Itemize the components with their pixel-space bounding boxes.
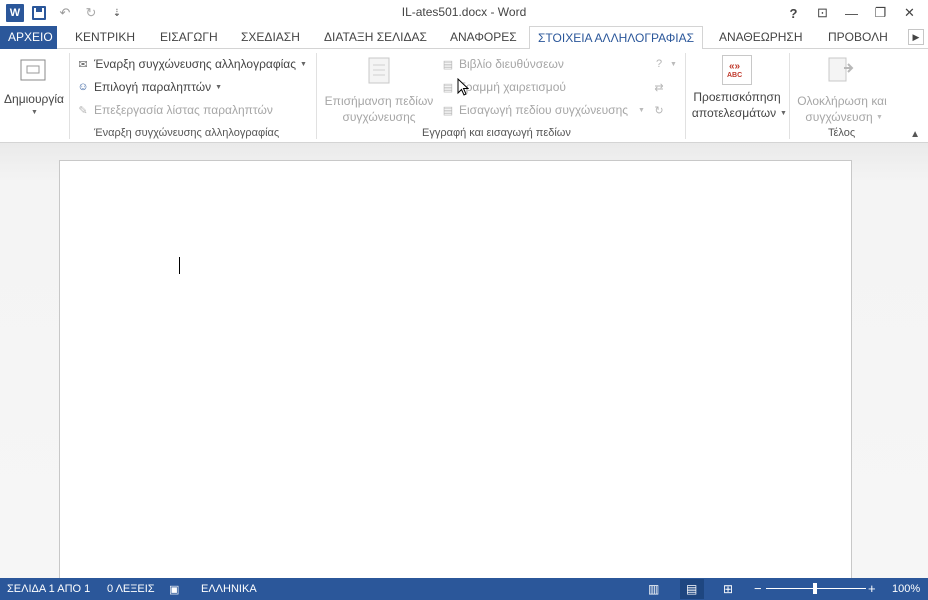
web-layout-icon[interactable]: ⊞ — [723, 582, 733, 596]
mouse-pointer-icon — [457, 78, 469, 96]
update-labels-icon: ↻ — [654, 104, 664, 117]
create-label: Δημιουργία — [4, 92, 64, 106]
create-button[interactable]: Δημιουργία ▼ — [0, 51, 68, 121]
preview-results-label-2: αποτελεσμάτων — [691, 106, 777, 120]
update-labels-button[interactable]: ↻ — [652, 103, 666, 117]
chevron-down-icon: ▼ — [876, 114, 883, 121]
chevron-down-icon: ▼ — [300, 60, 307, 68]
rules-icon: ? — [655, 58, 663, 70]
tab-file[interactable]: ΑΡΧΕΙΟ — [0, 26, 57, 49]
greeting-line-icon: ▤ — [442, 81, 454, 94]
preview-results-icon: «» ABC — [722, 55, 752, 85]
envelope-create-icon — [20, 59, 46, 81]
tab-mailings[interactable]: ΣΤΟΙΧΕΙΑ ΑΛΛΗΛΟΓΡΑΦΙΑΣ — [529, 26, 703, 50]
quick-access-toolbar: W ↶ ↻ ⇣ — [6, 3, 128, 23]
ribbon-tabs: ΑΡΧΕΙΟ ΚΕΝΤΡΙΚΗ ΕΙΣΑΓΩΓΗ ΣΧΕΔΙΑΣΗ ΔΙΑΤΑΞ… — [0, 26, 928, 50]
close-button[interactable]: ✕ — [895, 2, 924, 24]
tab-insert[interactable]: ΕΙΣΑΓΩΓΗ — [152, 26, 226, 49]
tab-page-layout[interactable]: ΔΙΑΤΑΞΗ ΣΕΛΙΔΑΣ — [316, 26, 435, 49]
print-layout-button[interactable]: ▤ — [680, 579, 704, 599]
print-layout-icon: ▤ — [686, 582, 698, 596]
start-mail-merge-group-label: Έναρξη συγχώνευσης αλληλογραφίας — [94, 127, 280, 139]
help-button[interactable]: ? — [779, 2, 808, 24]
recipients-icon: ☺ — [77, 81, 89, 93]
chevron-down-icon: ▼ — [215, 83, 223, 91]
finish-merge-label-2: συγχώνευση — [805, 110, 873, 124]
undo-icon[interactable]: ↶ — [54, 3, 76, 23]
zoom-in-button[interactable]: + — [868, 581, 876, 596]
document-page[interactable] — [59, 160, 852, 590]
title-bar: W ↶ ↻ ⇣ IL-ates501.docx - Word ? ⊡ — ❐ ✕ — [0, 0, 928, 26]
address-block-label: Βιβλίο διευθύνσεων — [459, 57, 564, 71]
finish-merge-icon — [828, 57, 854, 82]
highlight-merge-fields-button[interactable]: Επισήμανση πεδίων συγχώνευσης — [322, 51, 436, 124]
select-recipients-label: Επιλογή παραληπτών — [94, 80, 212, 94]
edit-list-icon: ✎ — [78, 104, 88, 117]
highlight-fields-label-2: συγχώνευσης — [342, 110, 416, 124]
rules-button[interactable]: ? ▼ — [652, 57, 677, 71]
group-separator — [69, 53, 70, 139]
match-fields-icon: ⇄ — [654, 81, 664, 94]
address-block-button[interactable]: ▤ Βιβλίο διευθύνσεων — [441, 57, 564, 71]
start-mail-merge-label: Έναρξη συγχώνευσης αλληλογραφίας — [94, 57, 297, 71]
insert-merge-field-label: Εισαγωγή πεδίου συγχώνευσης — [459, 103, 629, 117]
greeting-line-label: Γραμμή χαιρετισμού — [459, 80, 566, 94]
group-separator — [316, 53, 317, 139]
write-insert-fields-group-label: Εγγραφή και εισαγωγή πεδίων — [422, 127, 571, 139]
finish-merge-label-1: Ολοκλήρωση και — [797, 94, 887, 108]
minimize-button[interactable]: — — [837, 2, 866, 24]
insert-merge-field-button[interactable]: ▤ Εισαγωγή πεδίου συγχώνευσης ▼ — [441, 103, 645, 117]
page-count-status[interactable]: ΣΕΛΙΔΑ 1 ΑΠΟ 1 — [7, 583, 90, 595]
collapse-ribbon-icon[interactable]: ▲ — [910, 129, 920, 140]
proofing-icon[interactable]: ▣ — [169, 583, 179, 596]
ribbon-display-options-button[interactable]: ⊡ — [808, 2, 837, 24]
read-mode-icon[interactable]: ▥ — [648, 582, 659, 596]
document-area[interactable] — [0, 143, 928, 590]
word-logo-icon[interactable]: W — [6, 4, 24, 22]
preview-results-label-1: Προεπισκόπηση — [693, 90, 781, 104]
start-mail-merge-button[interactable]: ✉ Έναρξη συγχώνευσης αλληλογραφίας ▼ — [76, 57, 307, 71]
text-cursor — [179, 257, 180, 274]
edit-recipient-list-button[interactable]: ✎ Επεξεργασία λίστας παραληπτών — [76, 103, 273, 117]
edit-recipient-list-label: Επεξεργασία λίστας παραληπτών — [94, 103, 273, 117]
status-bar: ΣΕΛΙΔΑ 1 ΑΠΟ 1 0 ΛΕΞΕΙΣ ▣ ΕΛΛΗΝΙΚΑ ▥ ▤ ⊞… — [0, 578, 928, 600]
highlight-fields-label-1: Επισήμανση πεδίων — [324, 94, 434, 108]
tab-references[interactable]: ΑΝΑΦΟΡΕΣ — [442, 26, 525, 49]
finish-merge-button[interactable]: Ολοκλήρωση και συγχώνευση ▼ — [792, 51, 892, 124]
chevron-down-icon: ▼ — [780, 110, 787, 117]
chevron-down-icon: ▼ — [638, 106, 645, 114]
highlight-fields-icon — [368, 57, 390, 84]
chevron-down-icon: ▼ — [670, 60, 677, 68]
tab-review[interactable]: ΑΝΑΘΕΩΡΗΣΗ — [711, 26, 810, 49]
select-recipients-button[interactable]: ☺ Επιλογή παραληπτών ▼ — [76, 80, 222, 94]
tab-scroll-right-icon[interactable]: ▶ — [908, 29, 924, 45]
zoom-level[interactable]: 100% — [892, 583, 920, 595]
maximize-button[interactable]: ❐ — [866, 2, 895, 24]
match-fields-button[interactable]: ⇄ — [652, 80, 666, 94]
preview-abc-text: ABC — [727, 72, 743, 79]
mail-merge-icon: ✉ — [78, 58, 88, 71]
preview-results-button[interactable]: «» ABC Προεπισκόπηση αποτελεσμάτων ▼ — [688, 51, 787, 121]
tab-design[interactable]: ΣΧΕΔΙΑΣΗ — [233, 26, 308, 49]
zoom-out-button[interactable]: − — [754, 581, 762, 596]
finish-group-label: Τέλος — [828, 127, 856, 139]
customize-qat-icon[interactable]: ⇣ — [106, 3, 128, 23]
redo-icon[interactable]: ↻ — [80, 3, 102, 23]
group-separator — [789, 53, 790, 139]
ribbon: Δημιουργία ▼ ✉ Έναρξη συγχώνευσης αλληλο… — [0, 49, 928, 143]
insert-field-icon: ▤ — [442, 104, 454, 117]
address-block-icon: ▤ — [442, 58, 454, 71]
window-controls: ? ⊡ — ❐ ✕ — [779, 2, 924, 24]
word-count-status[interactable]: 0 ΛΕΞΕΙΣ — [107, 583, 155, 595]
create-caret-icon: ▼ — [31, 109, 38, 116]
language-status[interactable]: ΕΛΛΗΝΙΚΑ — [201, 583, 257, 595]
tab-view[interactable]: ΠΡΟΒΟΛΗ — [820, 26, 896, 49]
group-separator — [685, 53, 686, 139]
tab-home[interactable]: ΚΕΝΤΡΙΚΗ — [67, 26, 143, 49]
zoom-slider-thumb[interactable] — [813, 583, 817, 594]
save-icon[interactable] — [28, 3, 50, 23]
